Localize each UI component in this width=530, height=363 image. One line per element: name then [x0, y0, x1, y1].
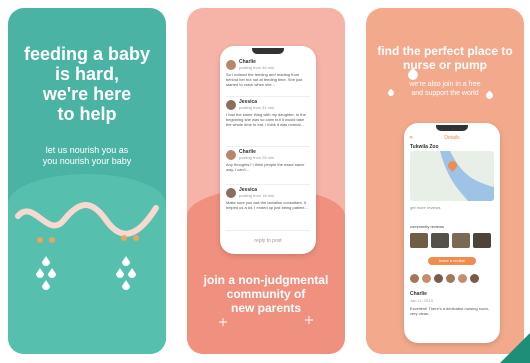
headline-line: is hard, [54, 64, 120, 84]
subtext-line: you nourish your baby [42, 156, 132, 166]
place-title: Tukwila Zoo [410, 144, 439, 150]
rating-label[interactable]: get more reviews [410, 205, 440, 210]
headline-line: new parents [230, 301, 302, 315]
community-post[interactable]: Charlie posting from 28 min Any thoughts… [226, 148, 310, 185]
headline-line: find the perfect place to [377, 44, 513, 58]
post-time: posting from 46 min [239, 65, 275, 70]
avatar [434, 274, 443, 283]
subtext-line: let us nourish you as [45, 145, 129, 155]
avatar [470, 274, 479, 283]
review-time: Jan 11, 2019 [410, 298, 433, 303]
phone-mockup-places: ✕ Details Tukwila Zoo get more reviews c… [404, 123, 500, 343]
card1-subtext: let us nourish you as you nourish your b… [8, 145, 166, 167]
headline-line: feeding a baby [23, 44, 151, 64]
phone-notch [436, 125, 468, 131]
headline-line: community of [226, 287, 306, 301]
phone-notch [252, 48, 284, 54]
review-body: Excellent! There's a dedicated nursing r… [410, 306, 489, 316]
reply-link[interactable]: reply to post [220, 238, 316, 244]
phone-mockup-community: Charlie posting from 46 min So i noticed… [220, 46, 316, 254]
map-view[interactable] [410, 151, 494, 201]
headline-line: nurse or pump [402, 58, 487, 72]
post-time: posting from 31 min [239, 105, 275, 110]
card3-headline: find the perfect place to nurse or pump [370, 44, 520, 72]
feature-card-feeding: feeding a baby is hard, we're here to he… [8, 8, 166, 354]
feature-card-community: Charlie posting from 46 min So i noticed… [187, 8, 345, 354]
community-post[interactable]: Jessica posting from 31 min I had the sa… [226, 98, 310, 147]
avatar [226, 150, 236, 160]
community-post[interactable]: Jessica posting from 18 min Make sure yo… [226, 186, 310, 231]
gallery-label: community reviews [410, 224, 445, 229]
post-body: Any thoughts? i think people the exact s… [226, 162, 305, 172]
gallery-photo[interactable] [431, 233, 449, 248]
post-body: I had the same thing with my daughter. I… [226, 112, 306, 127]
subtext-line: we're also join in a free [409, 81, 481, 88]
card3-subtext: we're also join in a free and support th… [372, 80, 518, 98]
post-body: So i noticed the feeding and reading fro… [226, 72, 303, 87]
feature-card-places: find the perfect place to nurse or pump … [366, 8, 524, 354]
milk-drops-icon [36, 256, 136, 290]
avatar [226, 100, 236, 110]
screen-title: Details [444, 135, 460, 141]
review-button[interactable]: leave a review [428, 257, 476, 265]
gallery-photo[interactable] [452, 233, 470, 248]
card2-headline: join a non-judgmental community of new p… [195, 273, 337, 315]
avatar [410, 274, 419, 283]
card1-headline: feeding a baby is hard, we're here to he… [8, 44, 166, 124]
avatar [226, 60, 236, 70]
post-body: Make sure you ask the lactation consulta… [226, 200, 308, 210]
avatar [226, 188, 236, 198]
gallery-photo[interactable] [473, 233, 491, 248]
river-shape-icon [440, 151, 494, 201]
post-time: posting from 18 min [239, 193, 275, 198]
community-post[interactable]: Charlie posting from 46 min So i noticed… [226, 58, 310, 97]
gallery-photo[interactable] [410, 233, 428, 248]
reviewer-name: Charlie [410, 291, 427, 297]
avatar [458, 274, 467, 283]
headline-line: we're here [42, 84, 132, 104]
post-time: posting from 28 min [239, 155, 275, 160]
wave-line-icon [15, 202, 159, 243]
sparkle-icon [219, 316, 313, 326]
avatar [422, 274, 431, 283]
avatar [446, 274, 455, 283]
headline-line: to help [57, 104, 117, 124]
headline-line: join a non-judgmental [203, 273, 329, 287]
